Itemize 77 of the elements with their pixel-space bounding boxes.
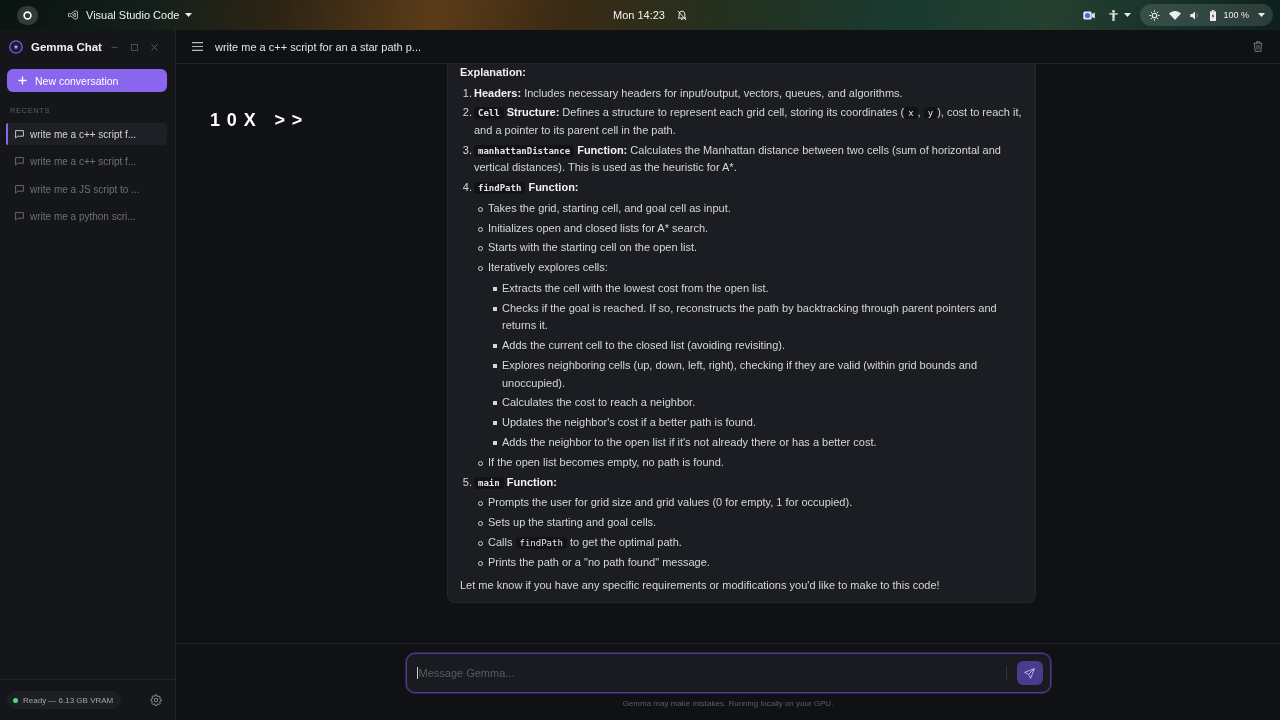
list-item-text: Prints the path or a "no path found" message. [488,555,710,571]
conversation-item[interactable]: write me a c++ script f... [6,123,167,145]
square-bullet-icon [493,401,497,406]
menu-icon[interactable] [192,42,203,51]
list-number: 1. [462,85,473,101]
disclaimer-text: Gemma may make mistakes. Running locally on your GPU. [622,699,834,708]
conversation-item[interactable]: write me a c++ script f... [6,150,167,173]
square-bullet-icon [493,441,497,446]
wifi-icon [1169,10,1182,20]
list-item-text: Takes the grid, starting cell, and goal cell as input. [488,200,731,216]
list-item-text: findPath Function: [474,179,579,197]
caret-icon[interactable] [1124,13,1132,17]
status-dot-icon [13,697,18,703]
app-icon [68,10,78,20]
list-item-text: Extracts the cell with the lowest cost from the open list. [502,280,769,296]
conversation-item[interactable]: write me a JS script to ... [6,178,167,200]
activities-button[interactable] [17,5,38,25]
send-icon [1024,667,1035,679]
caret-icon [1258,13,1265,17]
square-bullet-icon [493,421,497,426]
bell-slash-icon [677,9,687,21]
chat-bubble-icon [15,157,24,166]
square-bullet-icon [493,344,497,349]
list-item-text: manhattanDistance Function: Calculates the Manhattan distance between two cells (sum of horizontal and vertical distances). This is used as the heuristic for A*. [474,142,1002,176]
close-icon[interactable] [151,43,158,51]
app-name[interactable]: Visual Studio Code [86,9,180,21]
list-item-text: Iteratively explores cells: [488,260,608,276]
battery-icon [1210,9,1217,21]
list-number: 2. [462,105,473,121]
ring-icon [23,10,32,20]
playback-speed-label: 10X >> [210,110,310,131]
text-cursor [416,667,418,679]
send-button[interactable] [1016,661,1043,685]
list-item-text: If the open list becomes empty, no path is found. [488,455,724,471]
square-bullet-icon [493,286,497,291]
list-item-text: main Function: [474,473,557,492]
conversation-item[interactable]: write me a python scri... [6,205,167,228]
status-text: Ready — 6.13 GB VRAM [23,695,114,705]
new-conversation-button[interactable]: New conversation [7,69,167,92]
chat-bubble-icon [15,184,24,194]
list-item-text: Calculates the cost to reach a neighbor. [502,395,696,411]
accessibility-icon[interactable] [1109,9,1119,21]
list-item-text: Initializes open and closed lists for A* search. [488,220,709,236]
list-item-text: Cell Structure: Defines a structure to represent each grid cell, storing its coordinates ( x , y ), cost to reach it, and a pointer to its parent cell in the path. [474,105,1023,138]
list-item-text: Explores neighboring cells (up, down, left, right), checking if they are valid (within grid bounds and unoccupied). [502,358,979,391]
settings-icon[interactable] [150,694,162,706]
list-number: 4. [462,180,473,196]
list-item-text: Prompts the user for grid size and grid values (0 for empty, 1 for occupied). [488,495,853,511]
circle-dot-icon [9,40,23,54]
list-number: 3. [462,142,473,158]
camera-icon[interactable] [1083,10,1096,20]
list-item-text: Adds the current cell to the closed list (avoiding revisiting). [502,338,786,354]
square-bullet-icon [493,306,497,311]
list-item-text: Headers: Includes necessary headers for input/output, vectors, queues, and algorithms. [474,85,903,101]
list-item-text: Starts with the starting cell on the open list. [488,240,698,256]
list-item-text: Calls findPath to get the optimal path. [488,535,682,552]
trash-icon[interactable] [1253,41,1263,52]
message-input[interactable]: Message Gemma... [417,663,996,683]
sun-icon [1149,9,1161,21]
list-item-text: Updates the neighbor's cost if a better path is found. [502,415,757,431]
closing-text: Let me know if you have any specific requirements or modifications you'd like to make to this code! [460,577,940,593]
chat-title: write me a c++ script for an a star path p... [215,40,422,53]
quick-settings-pill[interactable]: 100 % [1140,4,1273,26]
explanation-heading: Explanation: [460,65,526,80]
chat-bubble-icon [15,212,24,221]
app-title: Gemma Chat [31,41,102,53]
plus-icon [18,76,27,85]
chat-bubble-icon [15,129,24,139]
list-number: 5. [462,474,473,490]
list-item-text: Checks if the goal is reached. If so, reconstructs the path by backtracking through parent pointers and returns it. [502,300,998,334]
caret-icon[interactable] [185,13,193,17]
square-bullet-icon [493,364,497,368]
message-field[interactable]: Message Gemma... [405,653,1051,693]
clock-text[interactable]: Mon 14:23 [613,9,665,21]
list-item-text: Sets up the starting and goal cells. [488,515,657,531]
list-item-text: Adds the neighbor to the open list if it's not already there or has a better cost. [502,435,877,451]
battery-percent: 100 % [1223,10,1249,20]
